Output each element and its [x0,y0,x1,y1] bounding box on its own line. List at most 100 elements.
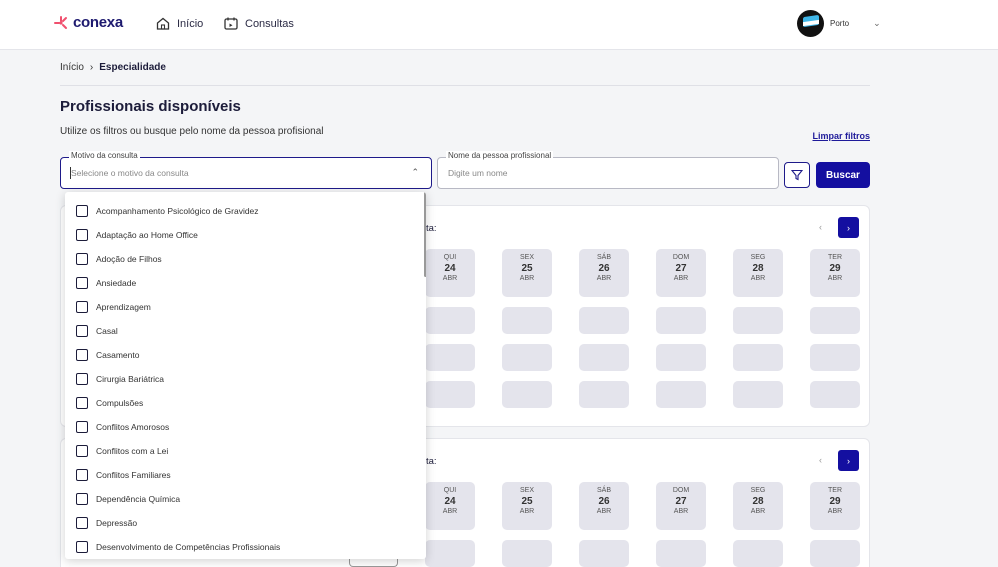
list-item[interactable]: Desenvolvimento de Competências Profissi… [76,540,280,554]
checkbox[interactable] [76,229,88,241]
scrollbar[interactable] [424,192,426,277]
day-column[interactable]: DOM 27 ABR [656,482,706,530]
time-slot[interactable] [425,540,475,567]
list-item[interactable]: Casal [76,324,118,338]
nav-inicio[interactable]: Início [156,17,203,30]
next-week-button[interactable]: › [838,450,859,471]
nav-consultas[interactable]: Consultas [224,17,294,30]
top-header: conexa Início Consultas Porto ⌄ [0,0,998,50]
time-slot[interactable] [733,307,783,334]
time-slot[interactable] [656,344,706,371]
motivo-placeholder: Selecione o motivo da consulta [71,168,189,178]
card-heading: ta: [426,456,437,467]
day-month: ABR [519,508,535,515]
day-column[interactable]: QUI 24 ABR [425,482,475,530]
time-slot[interactable] [656,540,706,567]
time-slot[interactable] [656,381,706,408]
time-slot[interactable] [733,381,783,408]
time-slot[interactable] [656,307,706,334]
prev-week-button[interactable]: ‹ [819,455,822,465]
day-column[interactable]: DOM 27 ABR [656,249,706,297]
list-item[interactable]: Conflitos com a Lei [76,444,168,458]
time-slot[interactable] [425,307,475,334]
time-slot[interactable] [579,344,629,371]
time-slot[interactable] [502,381,552,408]
checkbox[interactable] [76,277,88,289]
checkbox[interactable] [76,517,88,529]
conexa-logo[interactable]: conexa [53,14,123,31]
checkbox[interactable] [76,373,88,385]
checkbox[interactable] [76,469,88,481]
list-item[interactable]: Adoção de Filhos [76,252,162,266]
checkbox[interactable] [76,325,88,337]
checkbox[interactable] [76,541,88,553]
logo-text: conexa [73,14,123,31]
checkbox[interactable] [76,397,88,409]
user-menu[interactable]: Porto ⌄ [797,10,881,37]
time-slot[interactable] [810,344,860,371]
time-slot[interactable] [502,540,552,567]
list-item[interactable]: Ansiedade [76,276,136,290]
list-item[interactable]: Conflitos Familiares [76,468,171,482]
nome-field[interactable]: Nome da pessoa profissional Digite um no… [437,151,779,189]
day-column[interactable]: SEX 25 ABR [502,482,552,530]
checkbox[interactable] [76,421,88,433]
day-column[interactable]: QUI 24 ABR [425,249,475,297]
list-item-label: Casal [96,326,118,336]
list-item[interactable]: Adaptação ao Home Office [76,228,198,242]
list-item[interactable]: Dependência Química [76,492,180,506]
list-item[interactable]: Acompanhamento Psicológico de Gravidez [76,204,259,218]
day-number: 28 [752,496,764,507]
next-week-button[interactable]: › [838,217,859,238]
day-column[interactable]: TER 29 ABR [810,482,860,530]
time-slot[interactable] [810,307,860,334]
list-item[interactable]: Conflitos Amorosos [76,420,169,434]
breadcrumb: Início › Especialidade [60,62,166,73]
motivo-dropdown[interactable]: Acompanhamento Psicológico de Gravidez A… [65,192,426,559]
day-column[interactable]: SEX 25 ABR [502,249,552,297]
day-month: ABR [673,508,689,515]
card-heading: ta: [426,223,437,234]
time-slot[interactable] [502,344,552,371]
day-month: ABR [442,275,458,282]
checkbox[interactable] [76,205,88,217]
time-slot[interactable] [579,381,629,408]
list-item[interactable]: Aprendizagem [76,300,151,314]
day-column[interactable]: SÁB 26 ABR [579,249,629,297]
checkbox[interactable] [76,301,88,313]
time-slot[interactable] [733,540,783,567]
breadcrumb-home[interactable]: Início [60,62,84,73]
day-month: ABR [519,275,535,282]
list-item-label: Adaptação ao Home Office [96,230,198,240]
filter-button[interactable] [784,162,810,188]
checkbox[interactable] [76,349,88,361]
time-slot[interactable] [733,344,783,371]
time-slot[interactable] [502,307,552,334]
list-item[interactable]: Depressão [76,516,137,530]
time-slot[interactable] [810,540,860,567]
list-item[interactable]: Casamento [76,348,139,362]
day-column[interactable]: SEG 28 ABR [733,249,783,297]
checkbox[interactable] [76,493,88,505]
day-weekday: DOM [672,254,690,261]
checkbox[interactable] [76,253,88,265]
clear-filters-link[interactable]: Limpar filtros [812,131,870,141]
list-item-label: Conflitos Familiares [96,470,171,480]
time-slot[interactable] [579,307,629,334]
day-column[interactable]: SÁB 26 ABR [579,482,629,530]
time-slot[interactable] [810,381,860,408]
prev-week-button[interactable]: ‹ [819,222,822,232]
search-button[interactable]: Buscar [816,162,870,188]
day-column[interactable]: TER 29 ABR [810,249,860,297]
list-item-label: Adoção de Filhos [96,254,162,264]
checkbox[interactable] [76,445,88,457]
list-item[interactable]: Compulsões [76,396,143,410]
time-slot[interactable] [579,540,629,567]
day-column[interactable]: SEG 28 ABR [733,482,783,530]
time-slot[interactable] [425,344,475,371]
time-slot[interactable] [425,381,475,408]
nome-label: Nome da pessoa profissional [446,151,554,160]
motivo-select[interactable]: Motivo da consulta Selecione o motivo da… [60,151,432,189]
nav-consultas-label: Consultas [245,17,294,30]
list-item[interactable]: Cirurgia Bariátrica [76,372,164,386]
